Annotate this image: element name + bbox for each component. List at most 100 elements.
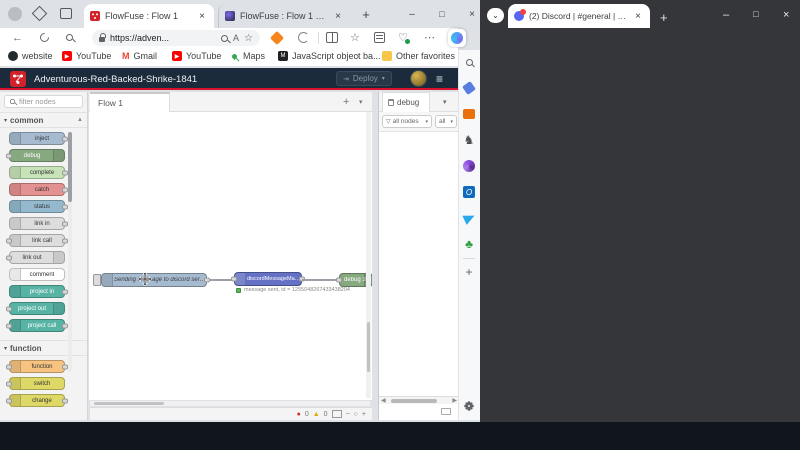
address-bar[interactable]: https://adven... A ☆ bbox=[92, 30, 260, 46]
tab-search-icon[interactable]: ⌄ bbox=[487, 8, 504, 23]
close-button[interactable]: × bbox=[783, 9, 789, 21]
bookmark-website[interactable]: website bbox=[8, 51, 53, 61]
filter-search-icon bbox=[10, 99, 15, 104]
zoom-out-icon[interactable]: − bbox=[346, 411, 350, 418]
discord-tab[interactable]: (2) Discord | #general | Sumit's × bbox=[508, 4, 650, 28]
screen: FlowFuse : Flow 1 × FlowFuse : Flow 1 - … bbox=[0, 0, 800, 450]
sidebar-options-icon[interactable]: ▾ bbox=[443, 98, 447, 106]
palette-node-function[interactable]: function bbox=[9, 360, 65, 373]
new-tab-button[interactable]: + bbox=[660, 10, 668, 25]
sidebar-divider bbox=[463, 258, 475, 259]
telegram-icon[interactable] bbox=[461, 210, 477, 226]
deploy-button[interactable]: ⇥Deploy▾ bbox=[336, 71, 392, 86]
navigator-icon[interactable] bbox=[332, 410, 342, 418]
palette-node-project-in[interactable]: project in bbox=[9, 285, 65, 298]
flow-list-icon[interactable]: ▾ bbox=[359, 98, 363, 106]
user-avatar[interactable] bbox=[410, 70, 427, 87]
scroll-right-icon[interactable]: ▶ bbox=[452, 397, 457, 404]
scroll-left-icon[interactable]: ◀ bbox=[381, 397, 386, 404]
more-menu-icon[interactable]: ⋯ bbox=[424, 31, 435, 44]
zoom-reset-icon[interactable]: ○ bbox=[354, 411, 358, 418]
palette-scrollbar[interactable] bbox=[68, 132, 72, 372]
maximize-button[interactable]: □ bbox=[436, 8, 448, 20]
close-button[interactable]: × bbox=[466, 8, 478, 20]
palette-node-status[interactable]: status bbox=[9, 200, 65, 213]
profile-icon[interactable] bbox=[8, 7, 22, 21]
palette-node-switch[interactable]: switch bbox=[9, 377, 65, 390]
split-screen-icon[interactable] bbox=[326, 32, 338, 43]
bookmark-youtube-2[interactable]: ▶YouTube bbox=[172, 51, 221, 61]
toolbar-divider bbox=[318, 32, 319, 44]
toolbar-search-icon[interactable] bbox=[66, 34, 73, 41]
debug-filter-all-dropdown[interactable]: all▾ bbox=[435, 115, 457, 128]
flow-canvas[interactable]: Sending message to discord server 's cha… bbox=[89, 112, 372, 400]
move-cursor-icon bbox=[138, 272, 152, 286]
sidebar-add-icon[interactable]: + bbox=[461, 264, 477, 280]
bookmark-maps[interactable]: Maps bbox=[232, 51, 265, 61]
browser-tab-flowfuse[interactable]: FlowFuse : Flow 1 × bbox=[84, 4, 214, 28]
debug-popout-icon[interactable] bbox=[441, 408, 451, 415]
palette-filter-input[interactable]: filter nodes bbox=[4, 95, 83, 108]
palette-node-project-out[interactable]: project out bbox=[9, 302, 65, 315]
tab-close-icon[interactable]: × bbox=[196, 10, 208, 22]
palette-category-common[interactable]: ▾common ▲ bbox=[0, 112, 87, 128]
bookmarks-overflow-icon[interactable]: › bbox=[356, 51, 359, 61]
palette-node-comment[interactable]: comment bbox=[9, 268, 65, 281]
shopping-tag-icon[interactable] bbox=[461, 80, 477, 96]
tree-icon[interactable]: ♣ bbox=[461, 236, 477, 252]
palette-node-change[interactable]: change bbox=[9, 394, 65, 407]
palette-node-link-in[interactable]: link in bbox=[9, 217, 65, 230]
debug-tab[interactable]: debug bbox=[382, 92, 430, 112]
other-favorites[interactable]: Other favorites bbox=[382, 51, 455, 61]
palette-node-inject[interactable]: inject bbox=[9, 132, 65, 145]
sidebar-search-icon[interactable] bbox=[461, 54, 477, 70]
palette-node-link-out[interactable]: link out bbox=[9, 251, 65, 264]
tab-actions-icon[interactable] bbox=[60, 8, 72, 19]
minimize-button[interactable]: – bbox=[723, 9, 729, 21]
games-icon[interactable]: ♞ bbox=[461, 132, 477, 148]
tab-close-icon[interactable]: × bbox=[632, 10, 644, 22]
copilot-icon[interactable] bbox=[448, 29, 466, 47]
maximize-button[interactable]: □ bbox=[753, 9, 758, 19]
palette-node-complete[interactable]: complete bbox=[9, 166, 65, 179]
browser-essentials-icon[interactable]: ♡ bbox=[398, 31, 408, 44]
palette-node-debug[interactable]: debug bbox=[9, 149, 65, 162]
sidebar-settings-gear-icon[interactable] bbox=[461, 398, 477, 414]
favorites-icon[interactable]: ☆ bbox=[350, 31, 360, 44]
palette-category-function[interactable]: ▾function bbox=[0, 340, 87, 356]
windows-taskbar: 1 ▸ T M <> ⋯ ⌃ ENGIN bbox=[0, 422, 800, 450]
canvas-vscrollbar[interactable] bbox=[366, 112, 371, 398]
zoom-page-icon[interactable] bbox=[221, 35, 228, 42]
outlook-icon[interactable]: O bbox=[461, 184, 477, 200]
collections-icon[interactable] bbox=[374, 32, 385, 43]
inject-button[interactable] bbox=[93, 274, 101, 286]
m365-icon[interactable] bbox=[461, 158, 477, 174]
minimize-button[interactable]: – bbox=[406, 8, 418, 20]
browser-tab-flowfuse-2[interactable]: FlowFuse : Flow 1 - Awesom × bbox=[218, 4, 350, 28]
sort-icon[interactable]: ▲ bbox=[77, 117, 83, 123]
add-flow-icon[interactable]: + bbox=[343, 96, 349, 108]
bookmark-js-object[interactable]: MJavaScript object ba... bbox=[278, 51, 381, 61]
favorite-star-icon[interactable]: ☆ bbox=[244, 33, 253, 44]
bookmark-gmail[interactable]: MGmail bbox=[122, 51, 157, 61]
palette-node-project-call[interactable]: project call bbox=[9, 319, 65, 332]
shopping-bag-icon[interactable] bbox=[461, 106, 477, 122]
workspaces-icon[interactable] bbox=[32, 6, 48, 22]
new-tab-button[interactable]: + bbox=[360, 8, 372, 20]
canvas-hscrollbar[interactable] bbox=[90, 401, 370, 406]
flow-node-inject[interactable]: Sending message to discord server 's cha… bbox=[101, 273, 207, 287]
tab-close-icon[interactable]: × bbox=[332, 10, 344, 22]
bookmark-youtube[interactable]: ▶YouTube bbox=[62, 51, 111, 61]
flow-tab[interactable]: Flow 1 bbox=[90, 92, 170, 112]
back-icon[interactable]: ← bbox=[12, 32, 23, 44]
read-aloud-icon[interactable]: A bbox=[233, 33, 239, 43]
zoom-in-icon[interactable]: + bbox=[362, 411, 366, 418]
menu-hamburger-icon[interactable]: ≡ bbox=[436, 73, 443, 85]
palette-node-link-call[interactable]: link call bbox=[9, 234, 65, 247]
flow-node-discord-manager[interactable]: discordMessageManager bbox=[234, 272, 302, 286]
palette-node-catch[interactable]: catch bbox=[9, 183, 65, 196]
extension-icon[interactable] bbox=[298, 32, 309, 43]
url-text: https://adven... bbox=[110, 33, 216, 43]
debug-hscrollbar[interactable]: ◀ ▶ bbox=[379, 396, 459, 404]
debug-filter-nodes-dropdown[interactable]: ▽all nodes▾ bbox=[382, 115, 432, 128]
